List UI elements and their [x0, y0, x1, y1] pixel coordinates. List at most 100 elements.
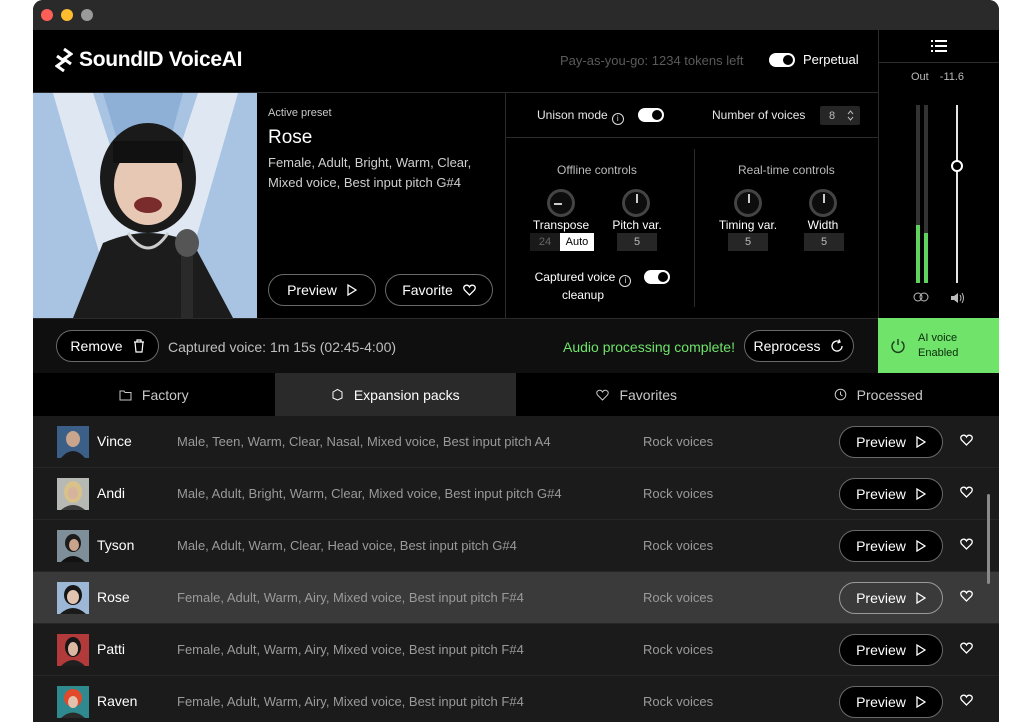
unison-mode-toggle[interactable] — [638, 108, 664, 122]
info-icon[interactable]: i — [611, 112, 624, 125]
voice-tags: Female, Adult, Warm, Airy, Mixed voice, … — [177, 642, 524, 657]
tab-expansion-packs[interactable]: Expansion packs — [274, 373, 516, 416]
number-of-voices-label: Number of voices — [712, 108, 806, 122]
voice-avatar — [57, 530, 89, 562]
play-icon — [347, 284, 357, 296]
list-item[interactable]: Raven Female, Adult, Warm, Airy, Mixed v… — [33, 676, 999, 722]
minimize-window-button[interactable] — [61, 9, 73, 21]
app-logo: SoundID VoiceAI — [55, 48, 242, 72]
play-icon — [916, 696, 926, 708]
width-label: Width — [807, 218, 839, 232]
voice-avatar — [57, 582, 89, 614]
tab-favorites[interactable]: Favorites — [516, 373, 758, 416]
list-item-selected[interactable]: Rose Female, Adult, Warm, Airy, Mixed vo… — [33, 572, 999, 624]
favorite-label: Favorite — [402, 282, 453, 298]
heart-icon[interactable] — [960, 434, 973, 446]
timing-variation-label: Timing var. — [718, 218, 778, 232]
list-item[interactable]: Patti Female, Adult, Warm, Airy, Mixed v… — [33, 624, 999, 676]
heart-icon — [596, 389, 610, 401]
voice-pack: Rock voices — [643, 694, 714, 709]
heart-icon[interactable] — [960, 694, 973, 706]
voice-list: Vince Male, Teen, Warm, Clear, Nasal, Mi… — [33, 416, 999, 722]
heart-icon[interactable] — [960, 590, 973, 602]
meter-right — [924, 105, 928, 283]
library-tabs: Factory Expansion packs Favorites Proces… — [33, 373, 999, 416]
voice-avatar — [57, 686, 89, 718]
remove-label: Remove — [70, 338, 123, 354]
out-label: Out — [911, 71, 929, 83]
play-icon — [916, 592, 926, 604]
reprocess-button[interactable]: Reprocess — [744, 330, 854, 362]
voice-name: Vince — [97, 433, 132, 449]
volume-icon[interactable] — [950, 292, 966, 304]
favorite-button[interactable]: Favorite — [385, 274, 493, 306]
package-icon — [332, 388, 343, 401]
app-title: SoundID VoiceAI — [79, 48, 243, 71]
width-value[interactable]: 5 — [804, 233, 844, 251]
output-fader-handle[interactable] — [951, 160, 963, 172]
row-preview-button[interactable]: Preview — [839, 582, 943, 614]
width-knob[interactable] — [809, 189, 837, 217]
remove-button[interactable]: Remove — [56, 330, 159, 362]
row-preview-button[interactable]: Preview — [839, 530, 943, 562]
info-icon[interactable]: i — [619, 275, 632, 287]
tab-processed[interactable]: Processed — [758, 373, 1000, 416]
pitch-variation-value[interactable]: 5 — [617, 233, 657, 251]
voice-name: Andi — [97, 485, 126, 501]
captured-voice-info: Captured voice: 1m 15s (02:45-4:00) — [168, 339, 397, 355]
meter-left — [916, 105, 920, 283]
header: SoundID VoiceAI Pay-as-you-go: 1234 toke… — [33, 30, 878, 93]
voice-name: Raven — [97, 693, 138, 709]
title-bar — [33, 0, 999, 30]
transpose-knob[interactable] — [547, 189, 575, 217]
active-preset-label: Active preset — [268, 107, 332, 119]
perpetual-toggle[interactable] — [769, 52, 795, 67]
unison-row: Unison mode i Number of voices 8 — [506, 93, 879, 138]
voice-tags: Male, Adult, Warm, Clear, Head voice, Be… — [177, 538, 517, 553]
voice-controls-panel: Unison mode i Number of voices 8 Offline … — [505, 93, 879, 318]
zoom-window-button[interactable] — [81, 9, 93, 21]
voice-pack: Rock voices — [643, 590, 714, 605]
heart-icon[interactable] — [960, 538, 973, 550]
timing-variation-knob[interactable] — [734, 189, 762, 217]
voice-tags: Male, Adult, Bright, Warm, Clear, Mixed … — [177, 486, 562, 501]
heart-icon[interactable] — [960, 486, 973, 498]
transpose-value[interactable]: 24 — [530, 233, 560, 251]
list-item[interactable]: Tyson Male, Adult, Warm, Clear, Head voi… — [33, 520, 999, 572]
controls-divider — [694, 149, 695, 307]
offline-controls-title: Offline controls — [557, 163, 637, 177]
captured-voice-cleanup-toggle[interactable] — [644, 270, 670, 284]
ai-voice-toggle-button[interactable]: AI voice Enabled — [878, 318, 999, 373]
captured-voice-bar: Remove Captured voice: 1m 15s (02:45-4:0… — [33, 318, 878, 373]
list-scrollbar[interactable] — [987, 494, 990, 584]
stereo-link-icon[interactable] — [913, 292, 929, 302]
voice-name: Tyson — [97, 537, 135, 553]
row-preview-button[interactable]: Preview — [839, 478, 943, 510]
number-of-voices-value: 8 — [829, 109, 836, 122]
timing-variation-value[interactable]: 5 — [728, 233, 768, 251]
heart-icon[interactable] — [960, 642, 973, 654]
voice-pack: Rock voices — [643, 486, 714, 501]
voice-name: Rose — [97, 589, 130, 605]
transpose-auto-button[interactable]: Auto — [560, 233, 594, 251]
output-fader-track[interactable] — [956, 105, 958, 283]
folder-icon — [119, 390, 132, 400]
row-preview-button[interactable]: Preview — [839, 686, 943, 718]
voice-avatar — [57, 634, 89, 666]
pitch-variation-knob[interactable] — [622, 189, 650, 217]
transpose-label: Transpose — [532, 218, 590, 232]
trash-icon — [133, 339, 144, 353]
output-panel: Out -11.6 — [878, 30, 999, 318]
close-window-button[interactable] — [41, 9, 53, 21]
list-item[interactable]: Vince Male, Teen, Warm, Clear, Nasal, Mi… — [33, 416, 999, 468]
row-preview-button[interactable]: Preview — [839, 634, 943, 666]
stepper-arrows-icon[interactable] — [847, 110, 854, 121]
captured-voice-cleanup-label: Captured voice i cleanup — [528, 269, 638, 303]
preset-preview-button[interactable]: Preview — [268, 274, 376, 306]
voice-pack: Rock voices — [643, 538, 714, 553]
number-of-voices-stepper[interactable]: 8 — [820, 106, 860, 125]
list-item[interactable]: Andi Male, Adult, Bright, Warm, Clear, M… — [33, 468, 999, 520]
row-preview-button[interactable]: Preview — [839, 426, 943, 458]
menu-icon[interactable] — [931, 39, 947, 53]
tab-factory[interactable]: Factory — [33, 373, 275, 416]
